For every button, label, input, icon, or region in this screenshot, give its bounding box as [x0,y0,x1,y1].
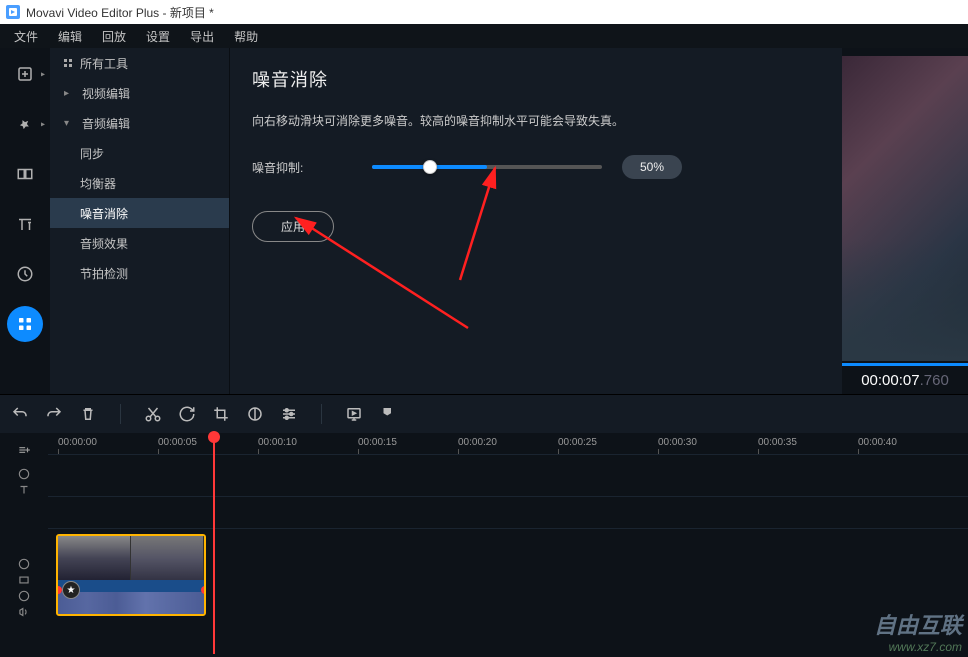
clip-waveform [58,592,204,616]
menubar: 文件 编辑 回放 设置 导出 帮助 [0,24,968,48]
timeline: 00:00:00 00:00:05 00:00:10 00:00:15 00:0… [0,433,968,657]
video-track-lane[interactable]: ★ [48,529,968,617]
menu-file[interactable]: 文件 [4,25,48,48]
chevron-down-icon: ▾ [64,118,74,129]
video-clip[interactable]: ★ [56,534,206,616]
clip-thumb [131,536,204,580]
clip-thumbnails [58,536,204,580]
text-track-head[interactable] [0,461,48,503]
settings-pane: 噪音消除 向右移动滑块可消除更多噪音。较高的噪音抑制水平可能会导致失真。 噪音抑… [230,48,842,394]
slider-fill [372,165,487,169]
tool-label: 视频编辑 [82,85,130,102]
slider-label: 噪音抑制: [252,159,352,176]
preview-timestamp: 00:00:07.760 [842,366,968,394]
tick: 00:00:10 [258,437,297,448]
tick: 00:00:30 [658,437,697,448]
menu-playback[interactable]: 回放 [92,25,136,48]
clip-handle-right[interactable] [201,586,206,594]
settings-description: 向右移动滑块可消除更多噪音。较高的噪音抑制水平可能会导致失真。 [252,112,820,129]
add-track-button[interactable] [0,439,48,461]
clip-effects-icon[interactable]: ★ [62,581,80,599]
tick: 00:00:35 [758,437,797,448]
apply-button[interactable]: 应用 [252,211,334,242]
tick: 00:00:40 [858,437,897,448]
tool-label: 噪音消除 [80,205,128,222]
track-lane-spacer [48,497,968,529]
tool-label: 音频效果 [80,235,128,252]
timeline-track-heads [0,433,48,657]
tool-label: 节拍检测 [80,265,128,282]
undo-button[interactable] [10,404,30,424]
workspace: ▸ ▸ 所有工具 ▸ 视频编辑 ▾ 音频编辑 [0,48,968,394]
left-rail: ▸ ▸ [0,48,50,394]
tool-label: 所有工具 [80,55,128,72]
rail-add-button[interactable]: ▸ [7,56,43,92]
settings-title: 噪音消除 [252,66,820,92]
tool-sync[interactable]: 同步 [50,138,229,168]
playhead[interactable] [213,433,215,654]
rail-more-tools-button[interactable] [7,306,43,342]
delete-button[interactable] [78,404,98,424]
tool-noise-removal[interactable]: 噪音消除 [50,198,229,228]
menu-export[interactable]: 导出 [180,25,224,48]
annotation-arrow-slider [440,160,510,290]
track-lane-text[interactable] [48,455,968,497]
noise-suppression-slider[interactable] [372,165,602,169]
timeline-body[interactable]: 00:00:00 00:00:05 00:00:10 00:00:15 00:0… [48,433,968,657]
video-track-head[interactable] [0,543,48,633]
tick: 00:00:00 [58,437,97,448]
preview-viewport[interactable] [842,56,968,361]
chevron-right-icon: ▸ [41,120,45,129]
settings-sliders-button[interactable] [279,404,299,424]
app-icon [6,5,20,19]
chevron-right-icon: ▸ [64,88,74,99]
rail-text-button[interactable] [7,206,43,242]
timeline-ruler[interactable]: 00:00:00 00:00:05 00:00:10 00:00:15 00:0… [48,433,968,455]
tool-video-edit[interactable]: ▸ 视频编辑 [50,78,229,108]
slider-row: 噪音抑制: 50% [252,155,820,179]
menu-settings[interactable]: 设置 [136,25,180,48]
menu-help[interactable]: 帮助 [224,25,268,48]
separator [321,404,322,424]
tool-panel: 所有工具 ▸ 视频编辑 ▾ 音频编辑 同步 均衡器 噪音消除 音频效果 节拍检测 [50,48,230,394]
rotate-button[interactable] [177,404,197,424]
rail-pin-button[interactable]: ▸ [7,106,43,142]
window-title: Movavi Video Editor Plus - 新项目 * [26,4,214,21]
tool-all-tools[interactable]: 所有工具 [50,48,229,78]
preview-time-ms: .760 [920,372,949,389]
slider-thumb[interactable] [423,160,437,174]
timeline-tracks: ★ [48,455,968,617]
grid-icon [64,59,72,67]
tool-equalizer[interactable]: 均衡器 [50,168,229,198]
tick: 00:00:15 [358,437,397,448]
menu-edit[interactable]: 编辑 [48,25,92,48]
rail-clock-button[interactable] [7,256,43,292]
redo-button[interactable] [44,404,64,424]
rail-transitions-button[interactable] [7,156,43,192]
crop-button[interactable] [211,404,231,424]
marker-button[interactable] [378,404,398,424]
title-bar: Movavi Video Editor Plus - 新项目 * [0,0,968,24]
tool-audio-effects[interactable]: 音频效果 [50,228,229,258]
tool-label: 音频编辑 [82,115,130,132]
record-screen-button[interactable] [344,404,364,424]
tool-label: 均衡器 [80,175,116,192]
chevron-right-icon: ▸ [41,70,45,79]
color-adjust-button[interactable] [245,404,265,424]
tick: 00:00:05 [158,437,197,448]
tick: 00:00:20 [458,437,497,448]
tick: 00:00:25 [558,437,597,448]
preview-time-main: 00:00:07 [861,372,919,389]
tool-label: 同步 [80,145,104,162]
timeline-toolbar [0,395,968,433]
clip-thumb [58,536,131,580]
slider-value-badge: 50% [622,155,682,179]
cut-button[interactable] [143,404,163,424]
preview-pane: 00:00:07.760 [842,48,968,394]
tool-audio-edit[interactable]: ▾ 音频编辑 [50,108,229,138]
tool-beat-detect[interactable]: 节拍检测 [50,258,229,288]
separator [120,404,121,424]
